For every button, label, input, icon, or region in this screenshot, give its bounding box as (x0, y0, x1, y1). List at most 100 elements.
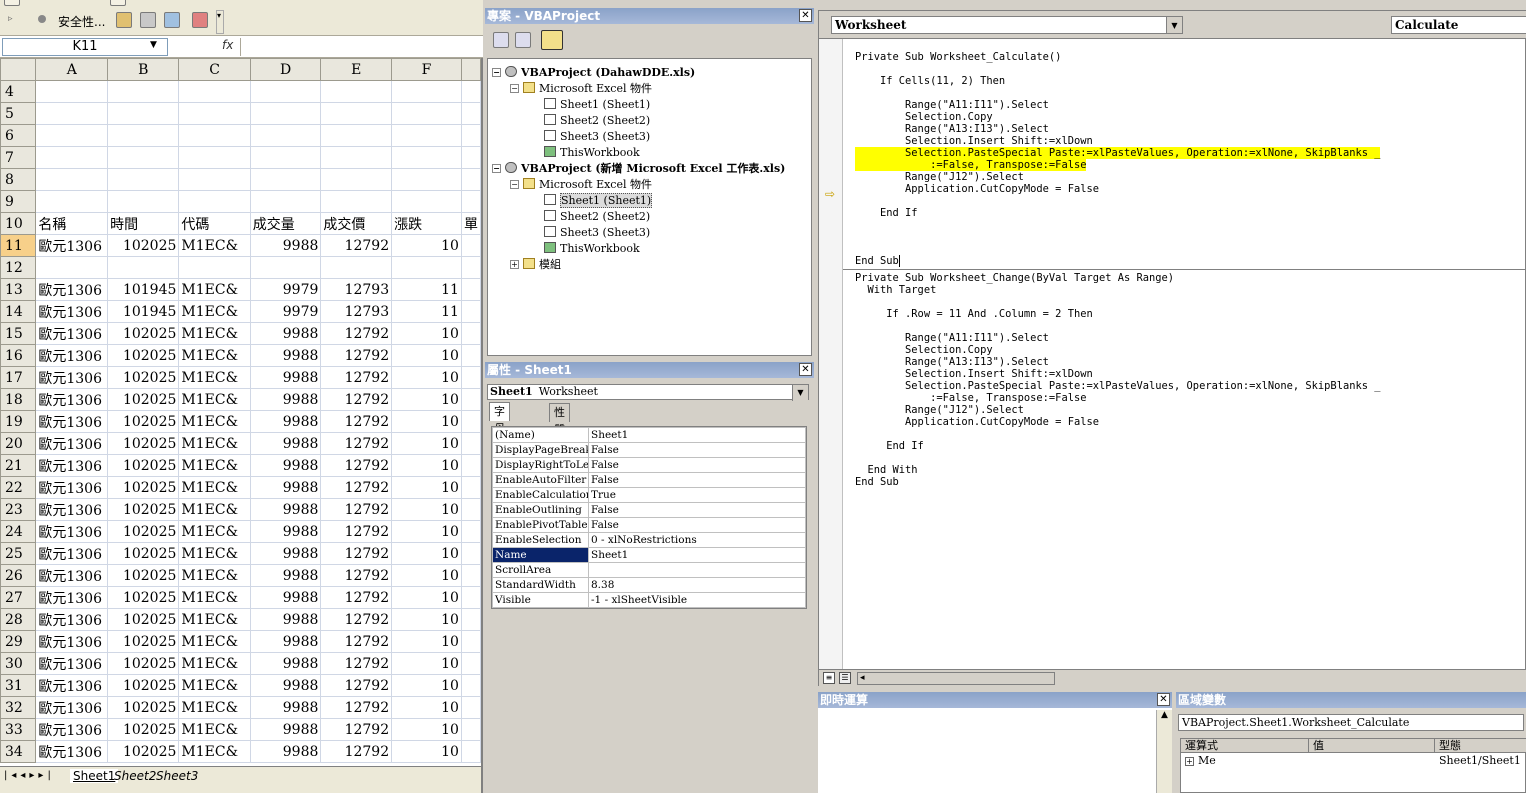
tab-categorized[interactable]: 性質分類 (549, 403, 570, 470)
cell[interactable] (107, 256, 180, 279)
property-row[interactable]: DisplayRightToLeft False (492, 457, 806, 473)
cell[interactable]: 10 (391, 234, 462, 257)
cell[interactable]: 9988 (249, 630, 322, 653)
cell[interactable] (178, 102, 251, 125)
cell[interactable]: 102025 (107, 630, 180, 653)
cell[interactable] (107, 80, 180, 103)
cell[interactable] (460, 564, 481, 587)
cell[interactable] (178, 146, 251, 169)
cell[interactable]: 9988 (249, 520, 322, 543)
cell[interactable]: 10 (391, 498, 462, 521)
cell[interactable] (391, 102, 462, 125)
tree-node[interactable]: ThisWorkbook (544, 145, 640, 161)
cell[interactable] (391, 146, 462, 169)
cell[interactable] (35, 80, 109, 103)
cell[interactable] (460, 718, 481, 741)
cell[interactable]: 102025 (107, 234, 180, 257)
cell[interactable]: M1EC& (178, 652, 251, 675)
cell[interactable]: 9988 (249, 608, 322, 631)
row-header[interactable]: 26 (0, 564, 37, 587)
cell[interactable]: 10 (391, 388, 462, 411)
cell[interactable]: M1EC& (178, 586, 251, 609)
column-header-expression[interactable]: 運算式 (1181, 739, 1309, 753)
select-all-corner[interactable] (0, 58, 37, 81)
property-name[interactable]: EnableSelection (492, 532, 589, 548)
cell[interactable]: 時間 (107, 212, 180, 235)
cell[interactable]: 10 (391, 366, 462, 389)
cell[interactable] (320, 80, 393, 103)
cell[interactable]: 102025 (107, 344, 180, 367)
cell[interactable]: 102025 (107, 498, 180, 521)
cell[interactable] (460, 520, 481, 543)
cell[interactable] (460, 586, 481, 609)
cell[interactable]: 9988 (249, 234, 322, 257)
cell[interactable]: 12793 (320, 278, 393, 301)
cell[interactable]: 10 (391, 674, 462, 697)
cell[interactable]: 歐元1306 (35, 652, 109, 675)
cell[interactable] (460, 542, 481, 565)
cell[interactable] (107, 146, 180, 169)
cell[interactable]: M1EC& (178, 608, 251, 631)
cell[interactable] (391, 190, 462, 213)
row-header[interactable]: 19 (0, 410, 37, 433)
row-header[interactable]: 6 (0, 124, 37, 147)
toolbar-icon[interactable] (4, 0, 20, 6)
cell[interactable]: 11 (391, 278, 462, 301)
property-name[interactable]: (Name) (492, 427, 589, 443)
cell-table[interactable]: ABCDEF 4 5 6 7 8 9 10 名稱 時間 代碼 成交量 成交價 漲跌單 11 歐元1306 10… (0, 58, 481, 763)
cell[interactable]: 歐元1306 (35, 674, 109, 697)
cell[interactable] (460, 102, 481, 125)
close-icon[interactable]: ✕ (1157, 693, 1170, 706)
cell[interactable]: 9988 (249, 740, 322, 763)
cell[interactable]: 單 (460, 212, 481, 235)
cell[interactable] (460, 256, 481, 279)
cell[interactable] (460, 498, 481, 521)
cell[interactable]: 10 (391, 718, 462, 741)
cell[interactable] (460, 476, 481, 499)
property-value[interactable]: 8.38 (588, 577, 806, 593)
cell[interactable] (391, 80, 462, 103)
cell[interactable] (249, 190, 322, 213)
column-header[interactable]: D (249, 58, 322, 81)
tree-node[interactable]: − VBAProject (新增 Microsoft Excel 工作表.xls) (492, 161, 785, 177)
row-header[interactable]: 12 (0, 256, 37, 279)
row-header[interactable]: 24 (0, 520, 37, 543)
cell[interactable]: 9988 (249, 410, 322, 433)
cell[interactable]: 12792 (320, 344, 393, 367)
property-row[interactable]: (Name) Sheet1 (492, 427, 806, 443)
chevron-down-icon[interactable]: ▼ (1166, 17, 1182, 33)
cell[interactable]: 10 (391, 432, 462, 455)
property-row[interactable]: Name Sheet1 (492, 547, 806, 563)
row-header[interactable]: 10 (0, 212, 37, 235)
cell[interactable]: 12792 (320, 718, 393, 741)
horizontal-scrollbar[interactable]: ◂ (857, 672, 1055, 685)
close-icon[interactable]: ✕ (799, 363, 812, 376)
property-value[interactable]: False (588, 472, 806, 488)
expand-icon[interactable]: + (510, 260, 519, 269)
procedure-dropdown[interactable]: Calculate (1391, 16, 1526, 34)
cell[interactable]: 12792 (320, 652, 393, 675)
cell[interactable]: 12792 (320, 696, 393, 719)
property-name[interactable]: Name (492, 547, 589, 563)
cell[interactable] (320, 256, 393, 279)
cell[interactable] (460, 608, 481, 631)
cell[interactable]: 歐元1306 (35, 542, 109, 565)
project-tree[interactable]: − VBAProject (DahawDDE.xls) − Microsoft Exc… (487, 58, 812, 356)
property-row[interactable]: EnableCalculation True (492, 487, 806, 503)
cell[interactable] (320, 146, 393, 169)
cell[interactable] (460, 410, 481, 433)
row-header[interactable]: 23 (0, 498, 37, 521)
property-name[interactable]: DisplayRightToLeft (492, 457, 589, 473)
property-row[interactable]: Visible -1 - xlSheetVisible (492, 592, 806, 608)
cell[interactable]: 9988 (249, 498, 322, 521)
tree-node[interactable]: − Microsoft Excel 物件 (510, 81, 652, 97)
cell[interactable]: 歐元1306 (35, 454, 109, 477)
cell[interactable] (460, 388, 481, 411)
cell[interactable] (391, 256, 462, 279)
cell[interactable]: 10 (391, 608, 462, 631)
cell[interactable]: 9988 (249, 366, 322, 389)
design-mode-icon[interactable] (164, 12, 180, 28)
cell[interactable]: 12792 (320, 366, 393, 389)
property-row[interactable]: ScrollArea (492, 562, 806, 578)
cell[interactable] (391, 168, 462, 191)
